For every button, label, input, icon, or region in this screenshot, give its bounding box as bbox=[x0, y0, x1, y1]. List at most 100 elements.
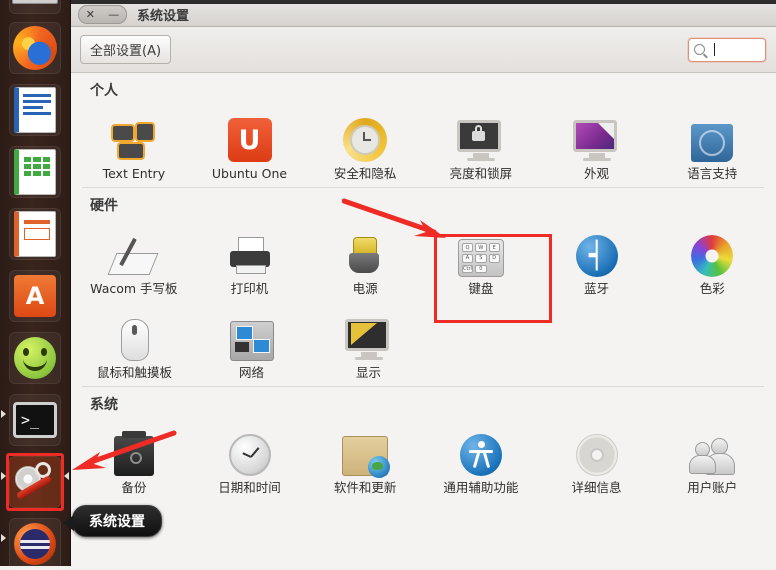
settings-item-label: 外观 bbox=[584, 166, 610, 181]
printer-icon bbox=[228, 221, 272, 277]
launcher-item-terminal[interactable]: >_ bbox=[9, 394, 61, 446]
settings-item-label: 显示 bbox=[355, 364, 381, 380]
settings-item-label: 备份 bbox=[121, 480, 147, 496]
settings-row: 备份 日期和时间 软件和更新 通用辅助功能 详细信息 用户账户 bbox=[70, 416, 776, 499]
launcher-item-libreoffice-impress[interactable] bbox=[9, 208, 61, 260]
settings-item[interactable]: ┥ 蓝牙 bbox=[539, 217, 655, 300]
power-icon bbox=[345, 221, 385, 277]
minimize-icon[interactable]: — bbox=[108, 9, 119, 20]
text-entry-icon bbox=[110, 106, 157, 162]
settings-item-label: 网络 bbox=[238, 364, 264, 380]
window-title: 系统设置 bbox=[137, 9, 190, 24]
details-icon bbox=[575, 420, 618, 477]
universal-access-icon bbox=[459, 420, 502, 477]
settings-item-label: 用户账户 bbox=[687, 480, 738, 496]
ubuntu-one-icon: U bbox=[227, 106, 272, 162]
settings-row: Wacom 手写板 打印机 电源 Q W E A S D Ctrl 0 键盘 ┥ 蓝牙 色彩 bbox=[70, 217, 776, 300]
text-caret bbox=[714, 43, 715, 56]
settings-item[interactable]: 日期和时间 bbox=[192, 416, 308, 499]
settings-item-label: Text Entry bbox=[102, 166, 166, 181]
settings-item-label: 语言支持 bbox=[687, 166, 738, 181]
settings-item-label: 键盘 bbox=[468, 281, 494, 297]
launcher-running-pip bbox=[1, 410, 6, 418]
toolbar: 全部设置(A) bbox=[70, 27, 776, 73]
keyboard-icon: Q W E A S D Ctrl 0 bbox=[457, 221, 504, 278]
system-settings-highlight-box bbox=[6, 453, 64, 511]
search-icon bbox=[694, 44, 705, 55]
launcher-item-amazon[interactable]: a bbox=[9, 270, 61, 322]
settings-item[interactable]: 亮度和锁屏 bbox=[423, 102, 539, 185]
launcher-item-libreoffice-calc[interactable] bbox=[9, 146, 61, 198]
search-box[interactable] bbox=[688, 37, 766, 62]
close-icon[interactable]: ✕ bbox=[86, 9, 95, 20]
settings-item-label: 蓝牙 bbox=[584, 281, 610, 297]
launcher-focused-pip bbox=[64, 472, 69, 480]
settings-content: 个人 Text Entry U Ubuntu One 安全和隐私 亮度和锁屏 外观 语言支持硬… bbox=[70, 73, 776, 568]
wacom-tablet-icon bbox=[107, 221, 159, 277]
ubuntu-software-center-icon bbox=[14, 337, 56, 379]
system-settings-window: ✕ — 系统设置 全部设置(A) 个人 Text Entry U Ubuntu One… bbox=[70, 0, 776, 568]
bluetooth-icon: ┥ bbox=[575, 221, 618, 278]
settings-item-label: 电源 bbox=[352, 281, 378, 297]
window-titlebar: ✕ — 系统设置 bbox=[70, 0, 776, 27]
settings-item[interactable]: 网络 bbox=[193, 301, 310, 384]
software-updates-icon bbox=[342, 420, 391, 479]
amazon-icon: a bbox=[14, 275, 56, 317]
user-accounts-icon bbox=[689, 420, 736, 476]
settings-item[interactable]: 打印机 bbox=[192, 217, 308, 300]
ubuntu-one-launcher-icon bbox=[14, 523, 56, 565]
settings-item[interactable]: 安全和隐私 bbox=[307, 102, 423, 185]
launcher-item-libreoffice-writer[interactable] bbox=[9, 84, 61, 136]
settings-item[interactable]: 电源 bbox=[307, 217, 423, 300]
mouse-touchpad-icon bbox=[120, 305, 149, 361]
all-settings-button[interactable]: 全部设置(A) bbox=[80, 35, 172, 64]
security-privacy-icon bbox=[343, 106, 388, 162]
settings-item[interactable]: 详细信息 bbox=[539, 416, 655, 499]
settings-item-label: 亮度和锁屏 bbox=[449, 166, 513, 181]
window-buttons[interactable]: ✕ — bbox=[78, 5, 127, 24]
terminal-icon: >_ bbox=[13, 402, 57, 438]
settings-item[interactable]: 用户账户 bbox=[654, 416, 770, 499]
settings-item[interactable]: 外观 bbox=[539, 102, 655, 185]
system-settings-tooltip: 系统设置 bbox=[63, 505, 162, 537]
launcher-item-ubuntu-software-center[interactable] bbox=[9, 332, 61, 384]
libreoffice-impress-icon bbox=[14, 211, 56, 257]
settings-item[interactable]: U Ubuntu One bbox=[192, 102, 308, 185]
brightness-lock-icon bbox=[456, 106, 505, 162]
launcher-item-ubuntu-one[interactable] bbox=[9, 518, 61, 570]
date-time-icon bbox=[228, 420, 271, 477]
settings-item[interactable]: 鼠标和触摸板 bbox=[76, 301, 193, 384]
libreoffice-calc-icon bbox=[14, 149, 56, 195]
settings-item[interactable]: 软件和更新 bbox=[307, 416, 423, 499]
section-title: 系统 bbox=[90, 397, 118, 414]
settings-item[interactable]: 通用辅助功能 bbox=[423, 416, 539, 499]
language-support-icon bbox=[691, 106, 734, 162]
launcher-item-firefox[interactable] bbox=[9, 22, 61, 74]
section-title: 硬件 bbox=[90, 198, 118, 215]
settings-item-label: 鼠标和触摸板 bbox=[96, 364, 172, 380]
settings-item-label: Ubuntu One bbox=[211, 166, 288, 181]
settings-item[interactable]: 备份 bbox=[76, 416, 192, 499]
settings-item-label: 日期和时间 bbox=[218, 480, 281, 496]
settings-item[interactable]: 色彩 bbox=[654, 217, 770, 300]
launcher-item-window-thumbnail[interactable] bbox=[9, 0, 61, 14]
settings-item[interactable]: 语言支持 bbox=[654, 102, 770, 185]
settings-item-label: 通用辅助功能 bbox=[443, 480, 519, 496]
color-icon bbox=[691, 221, 734, 278]
unity-launcher[interactable]: a >_ bbox=[0, 0, 71, 570]
settings-item-label: 详细信息 bbox=[571, 480, 622, 496]
settings-item-label: 安全和隐私 bbox=[333, 166, 397, 181]
settings-item[interactable]: Text Entry bbox=[76, 102, 192, 185]
launcher-running-pip bbox=[1, 534, 6, 542]
settings-item-label: 打印机 bbox=[230, 281, 269, 297]
settings-item[interactable]: Q W E A S D Ctrl 0 键盘 bbox=[423, 217, 539, 300]
settings-item[interactable]: Wacom 手写板 bbox=[76, 217, 192, 300]
display-icon bbox=[344, 305, 393, 361]
settings-row: Text Entry U Ubuntu One 安全和隐私 亮度和锁屏 外观 语言支持 bbox=[70, 102, 776, 185]
settings-item[interactable]: 显示 bbox=[310, 301, 427, 384]
firefox-icon bbox=[13, 26, 57, 70]
appearance-icon bbox=[572, 106, 621, 162]
settings-item-label: 色彩 bbox=[699, 281, 725, 297]
network-icon bbox=[229, 305, 274, 361]
settings-item-label: Wacom 手写板 bbox=[90, 281, 178, 297]
